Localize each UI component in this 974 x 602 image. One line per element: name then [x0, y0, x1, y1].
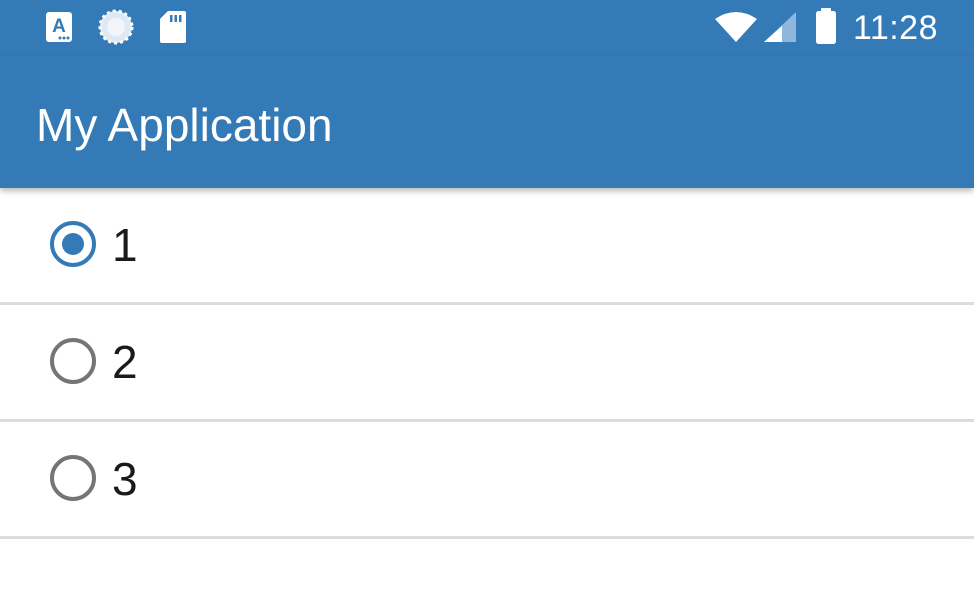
- svg-text:A: A: [52, 16, 66, 37]
- radio-group: 1 2 3: [0, 188, 974, 539]
- status-clock: 11:28: [852, 9, 938, 47]
- radio-option-label: 1: [112, 219, 138, 271]
- radio-option-label: 3: [112, 453, 138, 505]
- radio-button-unchecked[interactable]: [49, 337, 97, 385]
- app-title: My Application: [36, 99, 333, 151]
- text-notification-icon: A: [46, 12, 72, 42]
- radio-option-1[interactable]: 1: [0, 188, 974, 305]
- sd-card-icon: [160, 11, 186, 43]
- sync-icon: [98, 9, 134, 45]
- radio-option-label: 2: [112, 336, 138, 388]
- screen: A 11:28 My Application 1 2 3: [0, 0, 974, 602]
- wifi-icon: [715, 12, 757, 42]
- status-bar: A 11:28: [0, 0, 974, 55]
- app-bar: My Application: [0, 55, 974, 188]
- signal-icon: [764, 12, 796, 42]
- radio-button-unchecked[interactable]: [49, 454, 97, 502]
- battery-icon: [816, 8, 836, 44]
- radio-option-3[interactable]: 3: [0, 422, 974, 539]
- radio-button-checked[interactable]: [49, 220, 97, 268]
- radio-option-2[interactable]: 2: [0, 305, 974, 422]
